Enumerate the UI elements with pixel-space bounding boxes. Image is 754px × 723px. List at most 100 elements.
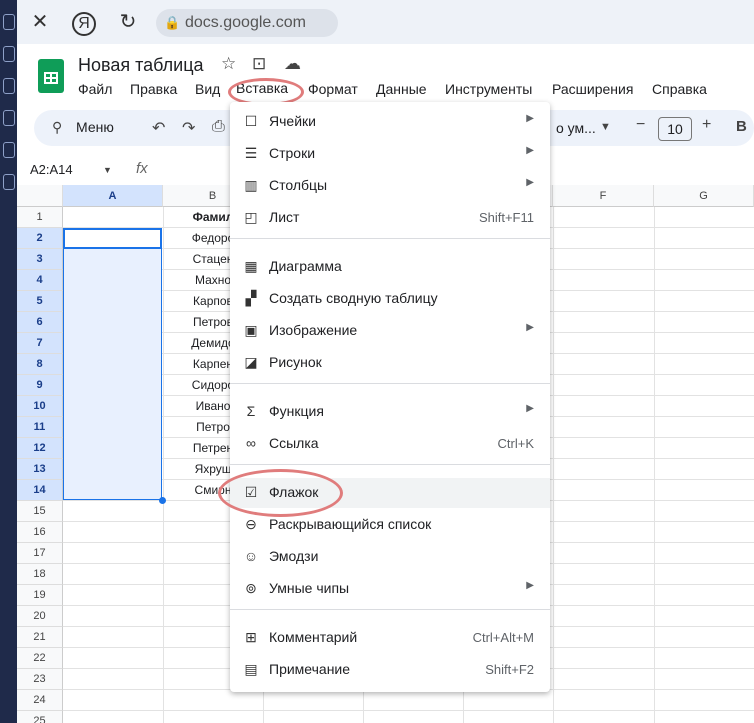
drawing-icon: ◪	[244, 354, 258, 370]
row-header[interactable]: 11	[17, 417, 63, 438]
submenu-arrow-icon: ▶	[526, 145, 534, 156]
row-header[interactable]: 12	[17, 438, 63, 459]
menu-item-function[interactable]: Σ Функция ▶	[230, 397, 550, 427]
sheets-logo[interactable]	[38, 59, 64, 93]
redo-icon[interactable]: ↷	[182, 118, 195, 138]
search-icon: ⚲	[52, 119, 63, 135]
row-header[interactable]: 6	[17, 312, 63, 333]
active-cell[interactable]	[63, 228, 162, 249]
column-header-f[interactable]: F	[553, 185, 654, 207]
row-header[interactable]: 8	[17, 354, 63, 375]
menu-item-label: Примечание	[269, 661, 351, 677]
move-folder-icon[interactable]: ⊡	[252, 54, 266, 74]
row-header[interactable]: 25	[17, 711, 63, 723]
menu-item-image[interactable]: ▣ Изображение ▶	[230, 316, 550, 346]
menu-item-columns[interactable]: ▥ Столбцы ▶	[230, 171, 550, 201]
fill-handle[interactable]	[159, 497, 166, 504]
row-header[interactable]: 17	[17, 543, 63, 564]
menu-item-cells[interactable]: ☐ Ячейки ▶	[230, 107, 550, 137]
menu-tools[interactable]: Инструменты	[445, 81, 532, 97]
menu-item-shortcut: Ctrl+K	[497, 436, 534, 451]
row-header[interactable]: 21	[17, 627, 63, 648]
row-header[interactable]: 19	[17, 585, 63, 606]
row-header[interactable]: 18	[17, 564, 63, 585]
row-header[interactable]: 1	[17, 207, 63, 228]
row-header[interactable]: 7	[17, 333, 63, 354]
annotation-circle-checkbox	[218, 469, 343, 517]
menu-item-shortcut: Shift+F11	[478, 210, 534, 225]
row-header[interactable]: 22	[17, 648, 63, 669]
bold-button[interactable]: B	[736, 118, 747, 135]
pivot-table-icon: ▞	[245, 290, 257, 306]
row-header[interactable]: 16	[17, 522, 63, 543]
namebox-dropdown-icon[interactable]: ▼	[103, 165, 112, 175]
menu-data[interactable]: Данные	[376, 81, 427, 97]
row-header[interactable]: 3	[17, 249, 63, 270]
decrease-font-icon[interactable]: −	[636, 116, 645, 134]
star-icon[interactable]: ☆	[221, 54, 236, 74]
submenu-arrow-icon: ▶	[526, 322, 534, 333]
function-icon: Σ	[246, 403, 256, 419]
url-text: docs.google.com	[185, 14, 306, 31]
menu-search[interactable]: Меню	[76, 119, 114, 135]
menu-separator	[230, 383, 550, 384]
select-all-corner[interactable]	[17, 185, 63, 207]
close-icon[interactable]: ✕	[27, 9, 53, 35]
chart-icon: ▦	[244, 258, 258, 274]
smart-chips-icon: ⊚	[245, 580, 257, 596]
comment-icon: ⊞	[245, 629, 257, 645]
row-header[interactable]: 24	[17, 690, 63, 711]
menu-item-link[interactable]: ∞ Ссылка Ctrl+K	[230, 429, 550, 459]
lock-icon: 🔒	[164, 15, 181, 30]
row-header[interactable]: 5	[17, 291, 63, 312]
fx-icon: fx	[136, 160, 148, 177]
address-bar[interactable]: 🔒 docs.google.com	[156, 9, 338, 37]
increase-font-icon[interactable]: +	[702, 116, 711, 134]
grid-column-line	[654, 207, 655, 723]
menu-item-chart[interactable]: ▦ Диаграмма	[230, 252, 550, 282]
cloud-status-icon[interactable]: ☁	[284, 54, 301, 74]
reload-icon[interactable]: ↻	[115, 9, 141, 35]
row-header[interactable]: 4	[17, 270, 63, 291]
name-box[interactable]: A2:A14	[30, 162, 73, 177]
menu-item-drawing[interactable]: ◪ Рисунок	[230, 348, 550, 378]
row-header[interactable]: 14	[17, 480, 63, 501]
menu-edit[interactable]: Правка	[130, 81, 177, 97]
menu-view[interactable]: Вид	[195, 81, 220, 97]
row-header[interactable]: 20	[17, 606, 63, 627]
menu-item-label: Умные чипы	[269, 580, 350, 596]
font-size-input[interactable]: 10	[658, 117, 692, 141]
column-header-a[interactable]: A	[63, 185, 163, 207]
submenu-arrow-icon: ▶	[526, 403, 534, 414]
document-title[interactable]: Новая таблица	[78, 55, 204, 76]
row-header[interactable]: 23	[17, 669, 63, 690]
menu-item-label: Диаграмма	[269, 258, 342, 274]
menu-item-label: Эмодзи	[269, 548, 319, 564]
row-header[interactable]: 9	[17, 375, 63, 396]
menu-help[interactable]: Справка	[652, 81, 707, 97]
menu-item-pivot-table[interactable]: ▞ Создать сводную таблицу	[230, 284, 550, 314]
menu-item-rows[interactable]: ☰ Строки ▶	[230, 139, 550, 169]
row-header[interactable]: 15	[17, 501, 63, 522]
column-header-g[interactable]: G	[654, 185, 754, 207]
menu-file[interactable]: Файл	[78, 81, 112, 97]
yandex-icon[interactable]: Я	[72, 12, 96, 36]
undo-icon[interactable]: ↶	[152, 118, 165, 138]
menu-format[interactable]: Формат	[308, 81, 358, 97]
menu-item-smart-chips[interactable]: ⊚ Умные чипы ▶	[230, 574, 550, 604]
font-select[interactable]: о ум...	[556, 120, 596, 136]
menu-extensions[interactable]: Расширения	[552, 81, 633, 97]
menu-separator	[230, 609, 550, 610]
menu-item-sheet[interactable]: ◰ Лист Shift+F11	[230, 203, 550, 233]
menu-item-note[interactable]: ▤ Примечание Shift+F2	[230, 655, 550, 685]
print-icon[interactable]: ⎙	[212, 118, 225, 136]
menu-item-emoji[interactable]: ☺ Эмодзи	[230, 542, 550, 572]
row-header[interactable]: 10	[17, 396, 63, 417]
chevron-down-icon[interactable]: ▼	[600, 121, 611, 133]
menu-item-shortcut: Shift+F2	[485, 662, 534, 677]
row-header[interactable]: 13	[17, 459, 63, 480]
menu-item-label: Раскрывающийся список	[269, 516, 432, 532]
menu-item-comment[interactable]: ⊞ Комментарий Ctrl+Alt+M	[230, 623, 550, 653]
row-header[interactable]: 2	[17, 228, 63, 249]
selection-range	[63, 228, 162, 500]
